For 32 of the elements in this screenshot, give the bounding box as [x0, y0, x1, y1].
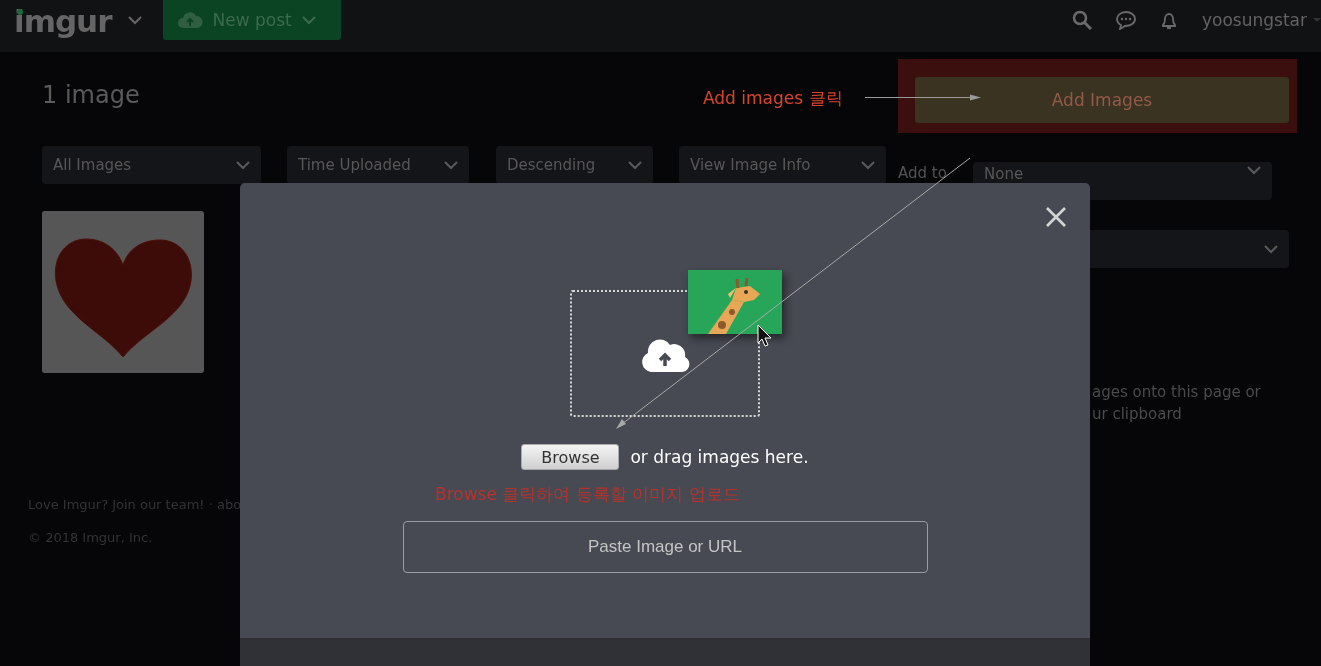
cloud-upload-icon	[177, 10, 204, 30]
drop-hint-text: ur clipboard	[1092, 404, 1182, 425]
chevron-down-icon	[627, 159, 643, 171]
chevron-down-icon[interactable]	[127, 14, 144, 26]
browse-button[interactable]: Browse	[521, 444, 620, 470]
filter-dropdown[interactable]: Descending	[496, 146, 653, 184]
annotation-text: Add images 클릭	[703, 87, 843, 110]
add-to-label: Add to	[898, 164, 948, 182]
search-icon[interactable]	[1072, 10, 1092, 30]
add-images-button[interactable]: Add Images	[915, 77, 1289, 123]
filter-dropdown[interactable]: All Images	[42, 146, 261, 184]
logo[interactable]: imgur	[14, 3, 112, 39]
paste-url-field[interactable]: Paste Image or URL	[402, 521, 928, 573]
image-count: 1 image	[42, 80, 140, 111]
bell-icon[interactable]	[1160, 10, 1178, 30]
chevron-down-icon	[300, 14, 317, 26]
caret-icon	[1313, 18, 1321, 22]
chat-icon[interactable]	[1116, 10, 1136, 30]
cursor-icon	[757, 324, 772, 347]
chevron-down-icon	[235, 159, 251, 171]
chevron-down-icon	[1263, 243, 1279, 255]
close-icon[interactable]	[1045, 206, 1067, 228]
chevron-down-icon	[1246, 164, 1262, 176]
chevron-down-icon	[860, 159, 876, 171]
drag-instruction: or drag images here.	[630, 447, 809, 467]
heart-image[interactable]	[42, 211, 204, 373]
filter-dropdown[interactable]: View Image Info	[679, 146, 886, 184]
drop-hint-text: ages onto this page or	[1092, 382, 1261, 403]
user-menu[interactable]: yoosungstar	[1202, 10, 1321, 30]
annotation-text: Browse 클릭하여 등록할 이미지 업로드	[435, 483, 740, 506]
filter-dropdown[interactable]: Time Uploaded	[287, 146, 469, 184]
chevron-down-icon	[443, 159, 459, 171]
